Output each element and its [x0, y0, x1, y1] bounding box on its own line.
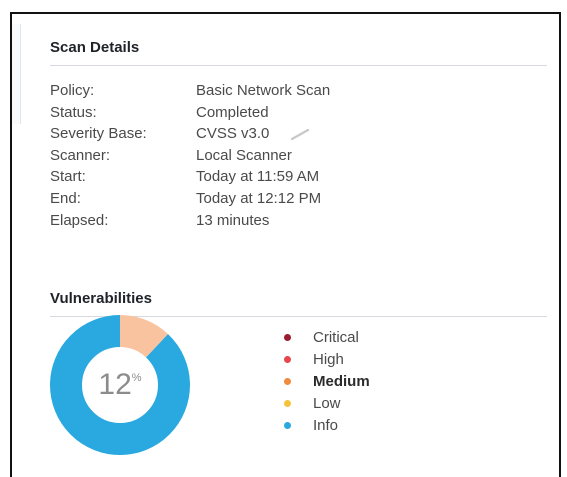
detail-row-elapsed: Elapsed: 13 minutes — [50, 210, 330, 232]
severity-dot-icon — [284, 355, 291, 363]
donut-percentage: 12% — [50, 368, 190, 402]
detail-label: Start: — [50, 168, 86, 186]
detail-value: Completed — [196, 103, 269, 121]
severity-legend: Critical High Medium Low Info — [284, 326, 370, 436]
legend-label: Medium — [313, 372, 370, 390]
legend-item-medium[interactable]: Medium — [284, 370, 370, 392]
detail-value: Today at 12:12 PM — [196, 189, 322, 207]
legend-item-high[interactable]: High — [284, 348, 370, 370]
severity-dot-icon — [284, 421, 291, 429]
detail-label: End: — [50, 189, 81, 207]
legend-item-info[interactable]: Info — [284, 414, 370, 436]
percent-sign: % — [131, 372, 142, 384]
detail-label: Policy: — [50, 82, 95, 99]
detail-label: Severity Base: — [50, 125, 147, 143]
detail-row-policy: Policy: Basic Network Scan — [50, 80, 330, 102]
detail-value: 13 minutes — [196, 211, 270, 229]
detail-value: Basic Network Scan — [196, 82, 331, 99]
detail-row-severity-base: Severity Base: CVSS v3.0 — [50, 123, 330, 145]
detail-value-wrap: CVSS v3.0 — [196, 123, 311, 145]
detail-label: Elapsed: — [50, 211, 109, 229]
side-rail — [12, 24, 21, 124]
legend-label: Low — [313, 394, 341, 412]
detail-row-scanner: Scanner: Local Scanner — [50, 145, 330, 167]
detail-value: Local Scanner — [196, 146, 292, 164]
severity-dot-icon — [284, 399, 291, 407]
legend-label: Critical — [313, 328, 359, 346]
scan-details-title: Scan Details — [50, 39, 140, 56]
divider — [50, 65, 547, 66]
detail-row-start: Start: Today at 11:59 AM — [50, 166, 330, 188]
detail-label: Scanner: — [50, 146, 111, 164]
legend-label: High — [313, 350, 344, 368]
legend-item-critical[interactable]: Critical — [284, 326, 370, 348]
pencil-icon[interactable] — [289, 128, 311, 140]
legend-item-low[interactable]: Low — [284, 392, 370, 414]
detail-row-end: End: Today at 12:12 PM — [50, 188, 330, 210]
severity-dot-icon — [284, 333, 291, 341]
severity-dot-icon — [284, 377, 291, 385]
percent-number: 12 — [98, 368, 132, 401]
detail-value: CVSS v3.0 — [196, 125, 270, 143]
detail-label: Status: — [50, 103, 97, 121]
scan-details-list: Policy: Basic Network Scan Status: Compl… — [50, 80, 330, 231]
legend-label: Info — [313, 416, 339, 434]
detail-row-status: Status: Completed — [50, 102, 330, 124]
detail-value: Today at 11:59 AM — [196, 168, 320, 186]
vulnerabilities-title: Vulnerabilities — [50, 290, 152, 307]
